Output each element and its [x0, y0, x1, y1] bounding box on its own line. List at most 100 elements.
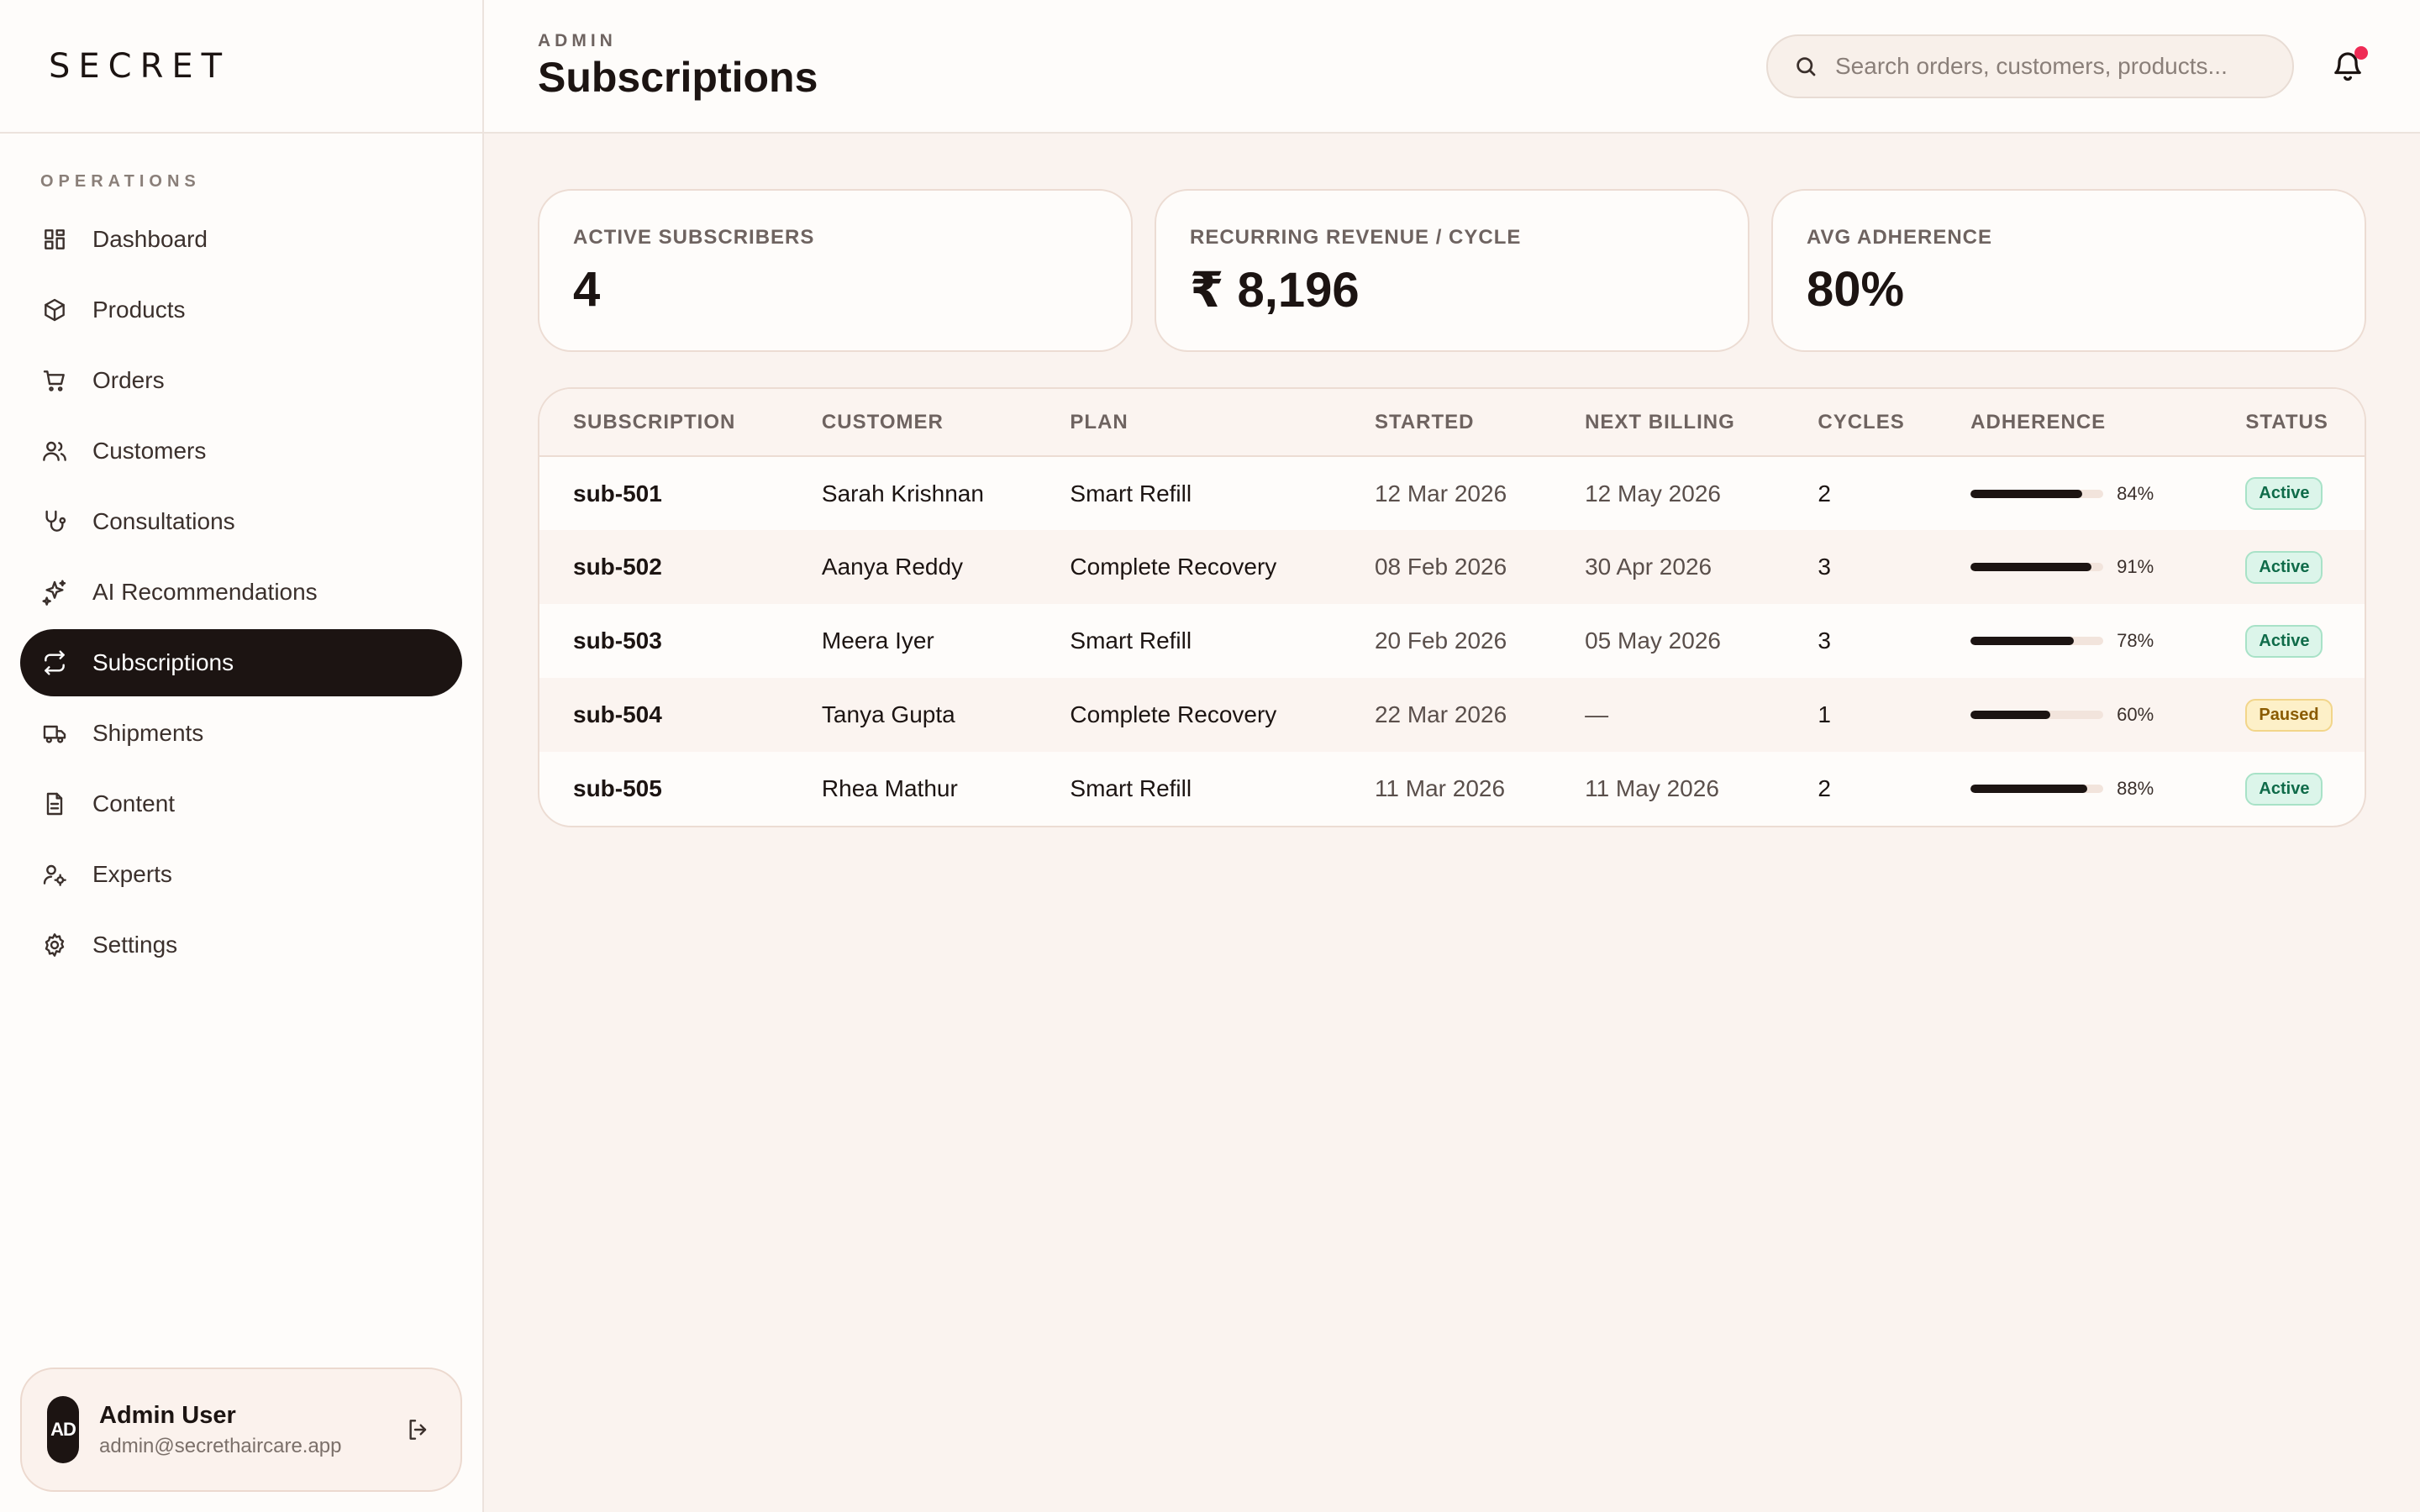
users-icon	[40, 437, 69, 465]
gear-icon	[40, 931, 69, 959]
subscriptions-table: SUBSCRIPTION CUSTOMER PLAN STARTED NEXT BILL…	[539, 389, 2365, 826]
header-row: SUBSCRIPTION CUSTOMER PLAN STARTED NEXT BILL…	[539, 389, 2365, 456]
status-badge: Active	[2245, 477, 2323, 510]
sparkles-icon	[40, 578, 69, 606]
sidebar-item-label: Settings	[92, 932, 178, 958]
sidebar-item-shipments[interactable]: Shipments	[20, 700, 462, 767]
next-billing-date: 11 May 2026	[1585, 775, 1719, 801]
plan-name: Complete Recovery	[1070, 701, 1277, 727]
nav-section-label: OPERATIONS	[40, 172, 201, 191]
status-badge: Paused	[2245, 698, 2333, 732]
topbar: ADMIN Subscriptions	[484, 0, 2420, 134]
cycles-count: 1	[1818, 701, 1831, 727]
status-cell: Active	[2212, 604, 2365, 678]
sidebar-item-label: Consultations	[92, 508, 235, 534]
customer-name: Tanya Gupta	[821, 701, 955, 727]
search-icon	[1797, 56, 1816, 76]
next-billing-date: 30 Apr 2026	[1585, 554, 1712, 580]
page-eyebrow: ADMIN	[538, 30, 617, 50]
customer-name: Rhea Mathur	[821, 775, 958, 801]
document-icon	[40, 790, 69, 818]
column-header-started[interactable]: STARTED	[1341, 389, 1551, 456]
sidebar-item-orders[interactable]: Orders	[20, 347, 462, 414]
adherence-percent: 88%	[2117, 778, 2154, 799]
user-gear-icon	[40, 860, 69, 889]
customer-name: Meera Iyer	[821, 627, 934, 654]
adherence-meter: 78%	[1970, 630, 2212, 652]
stat-card-active-subscribers: ACTIVE SUBSCRIBERS 4	[538, 189, 1133, 352]
adherence-meter: 91%	[1970, 556, 2212, 578]
column-header-plan[interactable]: PLAN	[1036, 389, 1341, 456]
column-header-adherence[interactable]: ADHERENCE	[1937, 389, 2212, 456]
logout-icon[interactable]	[402, 1413, 435, 1446]
sidebar-item-label: Content	[92, 790, 176, 816]
search-input[interactable]	[1835, 52, 2267, 80]
status-cell: Active	[2212, 530, 2365, 604]
column-header-next-billing[interactable]: NEXT BILLING	[1551, 389, 1784, 456]
subscriptions-table-card: SUBSCRIPTION CUSTOMER PLAN STARTED NEXT BILL…	[538, 387, 2366, 827]
subscription-id[interactable]: sub-505	[539, 752, 788, 826]
sidebar-item-ai-recommendations[interactable]: AI Recommendations	[20, 559, 462, 626]
box-icon	[40, 296, 69, 324]
adherence-bar-fill	[1970, 711, 2050, 719]
column-header-cycles[interactable]: CYCLES	[1784, 389, 1937, 456]
stat-value: 80%	[1807, 262, 1905, 317]
status-cell: Active	[2212, 752, 2365, 826]
next-billing-date: —	[1585, 701, 1609, 727]
sidebar-item-label: Subscriptions	[92, 649, 234, 675]
app: SECRET OPERATIONS Dashboard Products Order…	[0, 0, 2420, 1512]
status-badge: Active	[2245, 772, 2323, 806]
sidebar-item-dashboard[interactable]: Dashboard	[20, 206, 462, 273]
sidebar-item-settings[interactable]: Settings	[20, 911, 462, 979]
subscription-id[interactable]: sub-503	[539, 604, 788, 678]
sidebar-item-content[interactable]: Content	[20, 770, 462, 837]
column-header-subscription[interactable]: SUBSCRIPTION	[539, 389, 788, 456]
status-badge: Active	[2245, 550, 2323, 584]
adherence-bar-fill	[1970, 563, 2091, 571]
started-date: 20 Feb 2026	[1374, 627, 1507, 654]
user-name: Admin User	[99, 1401, 236, 1429]
table-row[interactable]: sub-503 Meera Iyer Smart Refill 20 Feb 2026…	[539, 604, 2365, 678]
brand-logo[interactable]: SECRET	[49, 47, 230, 86]
table-body: sub-501 Sarah Krishnan Smart Refill 12 Mar …	[539, 456, 2365, 826]
table-row[interactable]: sub-504 Tanya Gupta Complete Recovery 22 Ma…	[539, 678, 2365, 752]
logo-area: SECRET	[0, 0, 482, 134]
title-block: ADMIN Subscriptions	[538, 31, 818, 102]
table-row[interactable]: sub-501 Sarah Krishnan Smart Refill 12 Mar …	[539, 456, 2365, 530]
sidebar-item-label: Dashboard	[92, 226, 208, 252]
notifications-button[interactable]	[2329, 45, 2368, 87]
adherence-cell: 84%	[1937, 456, 2212, 530]
sidebar-item-consultations[interactable]: Consultations	[20, 488, 462, 555]
started-date: 11 Mar 2026	[1374, 775, 1506, 801]
adherence-bar	[1970, 637, 2104, 645]
notification-dot	[2354, 45, 2368, 60]
stat-value: 4	[573, 262, 601, 317]
sidebar-item-subscriptions[interactable]: Subscriptions	[20, 629, 462, 696]
table-row[interactable]: sub-505 Rhea Mathur Smart Refill 11 Mar 202…	[539, 752, 2365, 826]
sidebar-item-label: Customers	[92, 438, 207, 464]
table-row[interactable]: sub-502 Aanya Reddy Complete Recovery 08 Fe…	[539, 530, 2365, 604]
sidebar-item-experts[interactable]: Experts	[20, 841, 462, 908]
next-billing-date: 12 May 2026	[1585, 480, 1721, 507]
page-title: Subscriptions	[538, 53, 818, 101]
avatar: AD	[47, 1396, 79, 1463]
cycles-count: 2	[1818, 480, 1831, 507]
subscription-id[interactable]: sub-502	[539, 530, 788, 604]
sidebar-item-label: AI Recommendations	[92, 579, 318, 605]
cycles-count: 2	[1818, 775, 1831, 801]
column-header-status[interactable]: STATUS	[2212, 389, 2365, 456]
stat-label: ACTIVE SUBSCRIBERS	[573, 226, 815, 249]
adherence-percent: 84%	[2117, 482, 2154, 504]
subscription-id[interactable]: sub-504	[539, 678, 788, 752]
status-cell: Paused	[2212, 678, 2365, 752]
sidebar-item-label: Experts	[92, 861, 172, 887]
adherence-cell: 91%	[1937, 530, 2212, 604]
sidebar-item-products[interactable]: Products	[20, 276, 462, 344]
user-info: Admin User admin@secrethaircare.app	[99, 1402, 402, 1458]
plan-name: Smart Refill	[1070, 480, 1192, 507]
adherence-bar-fill	[1970, 489, 2082, 498]
adherence-bar	[1970, 785, 2104, 793]
column-header-customer[interactable]: CUSTOMER	[788, 389, 1036, 456]
subscription-id[interactable]: sub-501	[539, 456, 788, 530]
sidebar-item-customers[interactable]: Customers	[20, 417, 462, 485]
